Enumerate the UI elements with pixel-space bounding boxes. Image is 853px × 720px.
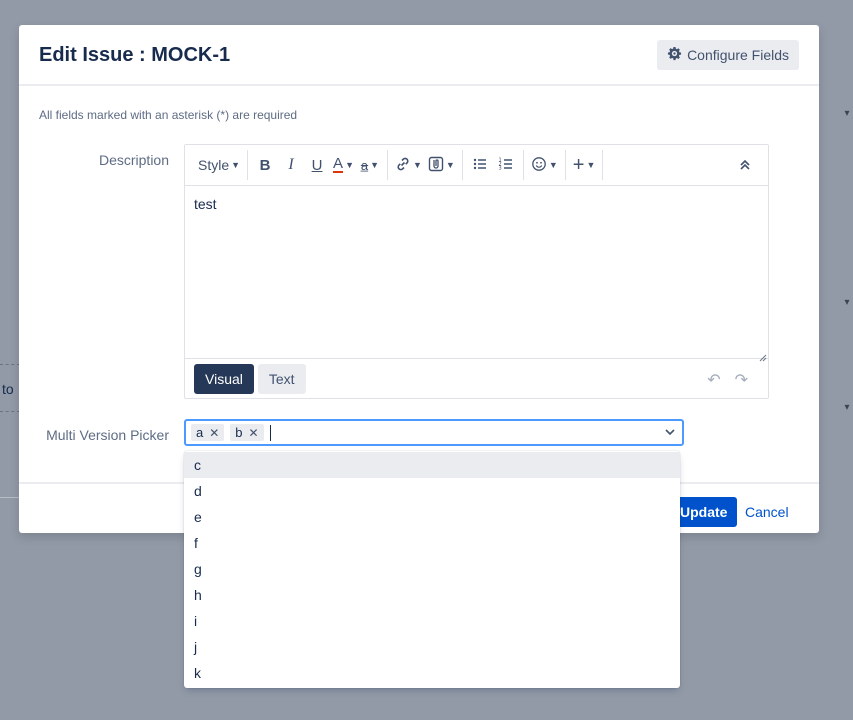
chevron-down-icon: ▼ [345, 160, 354, 170]
bold-button[interactable]: B [252, 152, 278, 178]
undo-icon[interactable]: ↶ [707, 370, 720, 390]
background-chevron-icon: ▾ [844, 108, 850, 119]
dropdown-option[interactable]: i [184, 608, 680, 634]
dialog-title: Edit Issue : MOCK-1 [39, 44, 231, 66]
link-icon [395, 156, 411, 175]
dropdown-option[interactable]: g [184, 556, 680, 582]
dialog-header: Edit Issue : MOCK-1 Configure Fields [19, 25, 819, 86]
insert-more-button[interactable]: + ▼ [570, 152, 599, 178]
background-chevron-icon: ▾ [844, 402, 850, 413]
editor-toolbar: Style ▼ B I U A ▼ a̲ ▼ ▼ ▼ 1 2 3 ▼ + ▼ [185, 145, 768, 186]
chevron-down-icon: ▼ [412, 160, 422, 170]
text-effects-icon: a̲ [360, 157, 369, 173]
configure-fields-button[interactable]: Configure Fields [657, 40, 799, 70]
numbered-list-icon: 123 [498, 156, 514, 175]
text-color-button[interactable]: A ▼ [330, 152, 357, 178]
text-cursor [269, 424, 271, 441]
multi-version-picker-label: Multi Version Picker [46, 427, 169, 443]
background-chevron-icon: ▾ [844, 297, 850, 308]
configure-fields-label: Configure Fields [687, 47, 789, 63]
dropdown-option[interactable]: h [184, 582, 680, 608]
bold-icon: B [259, 156, 271, 174]
emoji-icon [531, 156, 547, 175]
underline-button[interactable]: U [304, 152, 330, 178]
chevron-down-icon: ▼ [370, 160, 380, 170]
visual-mode-button[interactable]: Visual [194, 363, 254, 394]
required-fields-note: All fields marked with an asterisk (*) a… [39, 108, 298, 122]
text-style-label: Style [198, 157, 230, 173]
chevron-down-icon: ▼ [231, 160, 241, 170]
description-content: test [194, 196, 217, 212]
collapse-toolbar-button[interactable] [732, 153, 758, 179]
chevron-down-icon[interactable] [664, 425, 676, 439]
selected-version-tag: b ✕ [230, 424, 264, 441]
chevron-down-icon: ▼ [586, 160, 596, 170]
undo-redo-group: ↶ ↷ [707, 370, 748, 390]
underline-icon: U [311, 156, 323, 174]
description-text-area[interactable]: test [185, 186, 768, 362]
text-style-dropdown[interactable]: Style ▼ [195, 152, 243, 178]
link-button[interactable]: ▼ [392, 152, 425, 178]
description-label: Description [98, 152, 169, 168]
svg-text:3: 3 [498, 165, 501, 171]
dropdown-option[interactable]: f [184, 530, 680, 556]
emoji-button[interactable]: ▼ [528, 152, 561, 178]
gear-icon [667, 46, 682, 64]
remove-tag-icon[interactable]: ✕ [249, 426, 259, 440]
resize-handle-icon[interactable] [759, 349, 767, 362]
background-divider [0, 497, 20, 498]
text-mode-button[interactable]: Text [257, 363, 306, 394]
cancel-link[interactable]: Cancel [745, 504, 789, 520]
plus-icon: + [572, 154, 585, 176]
more-formatting-button[interactable]: a̲ ▼ [357, 152, 383, 178]
numbered-list-button[interactable]: 123 [493, 152, 519, 178]
dropdown-option[interactable]: k [184, 660, 680, 686]
dropdown-option[interactable]: d [184, 478, 680, 504]
multi-version-picker-input[interactable]: a ✕ b ✕ [184, 419, 684, 446]
version-options-dropdown: c d e f g h i j k [184, 451, 680, 688]
italic-button[interactable]: I [278, 152, 304, 178]
description-editor: Style ▼ B I U A ▼ a̲ ▼ ▼ ▼ 1 2 3 ▼ + ▼ t… [184, 144, 769, 399]
bullet-list-button[interactable] [467, 152, 493, 178]
text-color-icon: A [333, 155, 344, 173]
chevron-down-icon: ▼ [548, 160, 558, 170]
dropdown-option[interactable]: j [184, 634, 680, 660]
dropdown-option[interactable]: e [184, 504, 680, 530]
dropdown-option[interactable]: c [184, 452, 680, 478]
background-partial-text: to [2, 381, 14, 397]
italic-icon: I [288, 156, 294, 173]
selected-version-tag: a ✕ [191, 424, 225, 441]
remove-tag-icon[interactable]: ✕ [209, 426, 219, 440]
chevron-down-icon: ▼ [445, 160, 455, 170]
attachment-button[interactable]: ▼ [425, 152, 458, 178]
attachment-icon [428, 156, 444, 175]
double-chevron-up-icon [737, 157, 753, 176]
tag-label: b [235, 425, 243, 440]
redo-icon[interactable]: ↷ [735, 370, 748, 390]
tag-label: a [196, 425, 204, 440]
bullet-list-icon [472, 156, 488, 175]
editor-mode-bar: Visual Text ↶ ↷ [185, 359, 768, 398]
